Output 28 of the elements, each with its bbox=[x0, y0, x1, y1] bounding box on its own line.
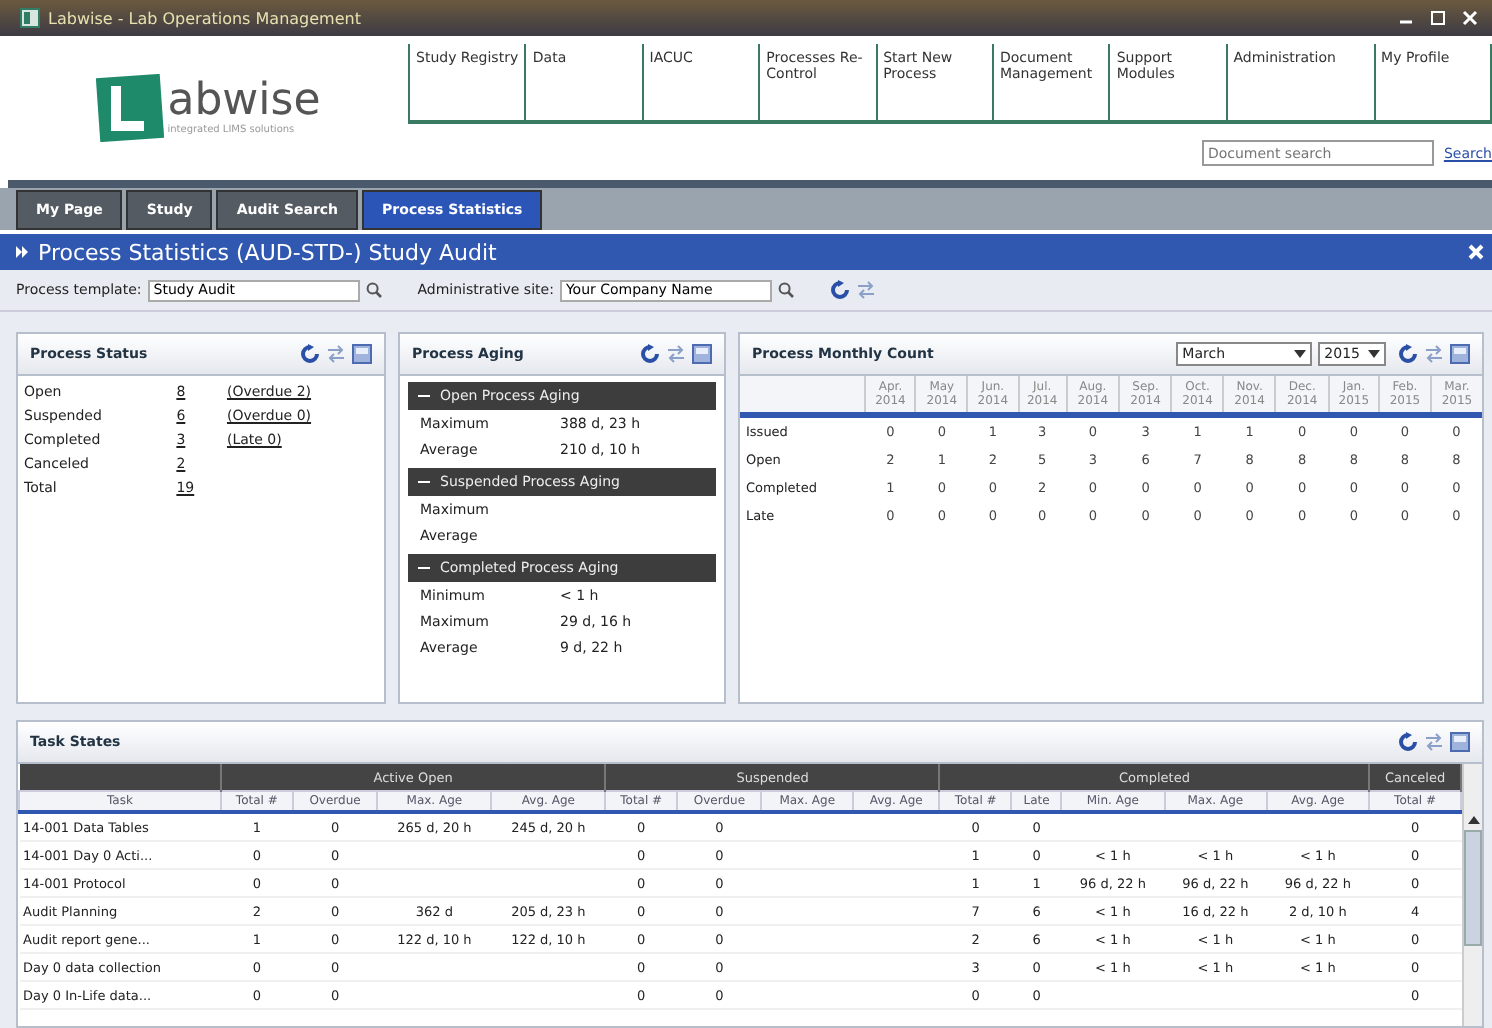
dropdown-icon bbox=[1294, 350, 1307, 358]
minus-icon bbox=[418, 476, 430, 488]
maximize-icon[interactable] bbox=[1428, 8, 1448, 28]
dropdown-icon bbox=[1368, 350, 1380, 358]
close-icon[interactable] bbox=[1468, 244, 1484, 260]
save-icon[interactable] bbox=[1450, 732, 1470, 752]
minus-icon bbox=[418, 562, 430, 574]
search-icon[interactable] bbox=[777, 282, 794, 298]
logo-text: abwise bbox=[167, 80, 321, 124]
logo-l-icon bbox=[95, 74, 164, 142]
save-icon[interactable] bbox=[692, 344, 712, 364]
save-icon[interactable] bbox=[352, 344, 372, 364]
refresh-icon[interactable] bbox=[300, 344, 320, 364]
app-icon bbox=[20, 8, 40, 28]
refresh-icon[interactable] bbox=[829, 280, 850, 300]
double-chevron-icon bbox=[16, 246, 28, 258]
scrollbar[interactable] bbox=[1462, 764, 1482, 1026]
refresh-icon[interactable] bbox=[1398, 344, 1418, 364]
window-title: Labwise - Lab Operations Management bbox=[48, 9, 361, 27]
search-icon[interactable] bbox=[365, 282, 382, 298]
scroll-up-icon[interactable] bbox=[1467, 816, 1479, 824]
save-icon[interactable] bbox=[1450, 344, 1470, 364]
minus-icon bbox=[418, 390, 430, 402]
scroll-thumb[interactable] bbox=[1464, 830, 1482, 946]
page-title: Process Statistics (AUD-STD-) Study Audit bbox=[38, 239, 499, 265]
refresh-icon[interactable] bbox=[640, 344, 660, 364]
close-icon[interactable] bbox=[1460, 8, 1480, 28]
refresh-icon[interactable] bbox=[1398, 732, 1418, 752]
